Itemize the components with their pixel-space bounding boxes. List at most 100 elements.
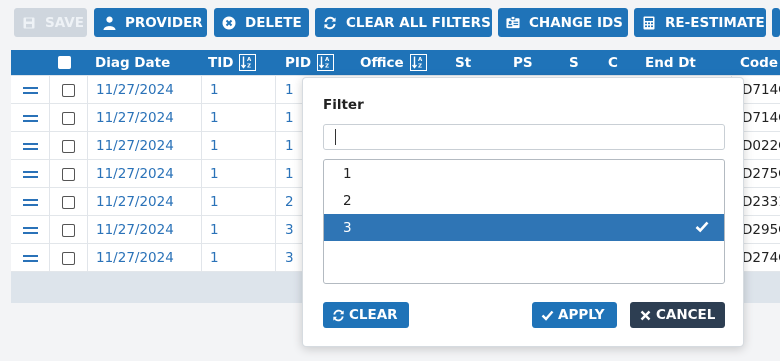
sort-az-icon[interactable]: AZ [317, 54, 335, 71]
header-select-all[interactable] [58, 50, 71, 75]
header-pid[interactable]: PID AZ [285, 50, 335, 75]
drag-handle-icon [22, 142, 38, 150]
clear-all-filters-label: CLEAR ALL FILTERS [346, 14, 491, 31]
row-checkbox[interactable] [62, 167, 75, 181]
sort-az-icon[interactable]: AZ [239, 54, 257, 71]
header-s[interactable]: S [569, 50, 579, 75]
user-icon [102, 16, 116, 30]
drag-handle-icon [22, 226, 38, 234]
provider-button[interactable]: PROVIDER [94, 8, 207, 37]
header-code[interactable]: Code [740, 50, 778, 75]
filter-option-label: 3 [343, 219, 352, 236]
row-drag-handle[interactable] [11, 216, 49, 244]
change-ids-button[interactable]: CHANGE IDS [498, 8, 628, 37]
filter-option[interactable]: 3 [324, 214, 724, 241]
re-estimate-button[interactable]: RE-ESTIMATE [634, 8, 766, 37]
refresh-icon [323, 16, 337, 30]
cell-diag-date[interactable]: 11/27/2024 [87, 104, 201, 132]
delete-label: DELETE [245, 14, 302, 31]
calculator-icon [642, 16, 656, 30]
apply-filter-label: APPLY [558, 307, 605, 323]
cell-tid[interactable]: 1 [201, 104, 275, 132]
delete-button[interactable]: DELETE [214, 8, 309, 37]
row-drag-handle[interactable] [11, 76, 49, 104]
cell-tid[interactable]: 1 [201, 188, 275, 216]
drag-handle-icon [22, 170, 38, 178]
row-select-cell[interactable] [49, 132, 87, 160]
row-drag-handle[interactable] [11, 132, 49, 160]
cell-diag-date[interactable]: 11/27/2024 [87, 244, 201, 272]
cell-diag-date[interactable]: 11/27/2024 [87, 216, 201, 244]
header-end-dt[interactable]: End Dt [645, 50, 696, 75]
checkmark-icon [695, 220, 709, 237]
header-tid[interactable]: TID AZ [208, 50, 257, 75]
row-select-cell[interactable] [49, 76, 87, 104]
cell-diag-date[interactable]: 11/27/2024 [87, 132, 201, 160]
save-button[interactable]: SAVE [14, 8, 87, 37]
row-checkbox[interactable] [62, 111, 75, 125]
filter-option[interactable]: 2 [324, 187, 724, 214]
text-cursor [335, 129, 336, 145]
row-drag-handle[interactable] [11, 244, 49, 272]
cell-tid[interactable]: 1 [201, 244, 275, 272]
save-label: SAVE [45, 14, 84, 31]
row-select-cell[interactable] [49, 244, 87, 272]
cell-tid[interactable]: 1 [201, 160, 275, 188]
filter-popup: Filter 1 2 3 CLEAR APPLY CANCEL [302, 77, 744, 347]
row-drag-handle[interactable] [11, 104, 49, 132]
row-checkbox[interactable] [62, 83, 75, 97]
cell-tid[interactable]: 1 [201, 132, 275, 160]
row-checkbox[interactable] [62, 139, 75, 153]
floppy-disk-icon [22, 16, 36, 30]
cell-diag-date[interactable]: 11/27/2024 [87, 76, 201, 104]
apply-filter-button[interactable]: APPLY [532, 302, 617, 328]
drag-handle-icon [22, 86, 38, 94]
toolbar: SAVE PROVIDER DELETE CLEAR ALL FILTERS C [0, 0, 780, 44]
close-icon [638, 308, 652, 322]
row-select-cell[interactable] [49, 216, 87, 244]
header-office-label: Office [360, 54, 404, 71]
clear-filter-label: CLEAR [349, 307, 398, 323]
svg-text:Z: Z [325, 64, 329, 70]
row-select-cell[interactable] [49, 188, 87, 216]
row-checkbox[interactable] [62, 195, 75, 209]
header-tid-label: TID [208, 54, 234, 71]
refresh-icon [331, 308, 345, 322]
cancel-filter-label: CANCEL [656, 307, 716, 323]
more-toolbar-button[interactable] [772, 8, 780, 37]
svg-text:A: A [247, 57, 252, 63]
cancel-filter-button[interactable]: CANCEL [630, 302, 725, 328]
cell-diag-date[interactable]: 11/27/2024 [87, 188, 201, 216]
clear-all-filters-button[interactable]: CLEAR ALL FILTERS [315, 8, 492, 37]
svg-text:A: A [325, 57, 330, 63]
svg-text:A: A [418, 57, 423, 63]
filter-title: Filter [323, 97, 364, 113]
change-ids-label: CHANGE IDS [529, 14, 623, 31]
filter-option[interactable]: 1 [324, 160, 724, 187]
cell-tid[interactable]: 1 [201, 216, 275, 244]
svg-text:Z: Z [247, 64, 251, 70]
row-select-cell[interactable] [49, 160, 87, 188]
row-select-cell[interactable] [49, 104, 87, 132]
select-all-checkbox[interactable] [58, 56, 71, 69]
header-c[interactable]: C [608, 50, 618, 75]
header-office[interactable]: Office AZ [360, 50, 427, 75]
row-drag-handle[interactable] [11, 188, 49, 216]
close-circle-icon [222, 16, 236, 30]
filter-search-input[interactable] [323, 124, 725, 150]
drag-handle-icon [22, 254, 38, 262]
row-checkbox[interactable] [62, 223, 75, 237]
header-diag-date[interactable]: Diag Date [95, 50, 170, 75]
header-st[interactable]: St [455, 50, 471, 75]
filter-option-label: 1 [343, 165, 352, 182]
sort-az-icon[interactable]: AZ [409, 54, 427, 71]
row-checkbox[interactable] [62, 251, 75, 265]
drag-handle-icon [22, 198, 38, 206]
header-ps[interactable]: PS [513, 50, 533, 75]
cell-diag-date[interactable]: 11/27/2024 [87, 160, 201, 188]
row-drag-handle[interactable] [11, 160, 49, 188]
cell-tid[interactable]: 1 [201, 76, 275, 104]
clear-filter-button[interactable]: CLEAR [323, 302, 409, 328]
filter-options-list[interactable]: 1 2 3 [323, 159, 725, 284]
grid-header: Diag Date TID AZ PID AZ Office AZ St PS … [11, 50, 780, 75]
